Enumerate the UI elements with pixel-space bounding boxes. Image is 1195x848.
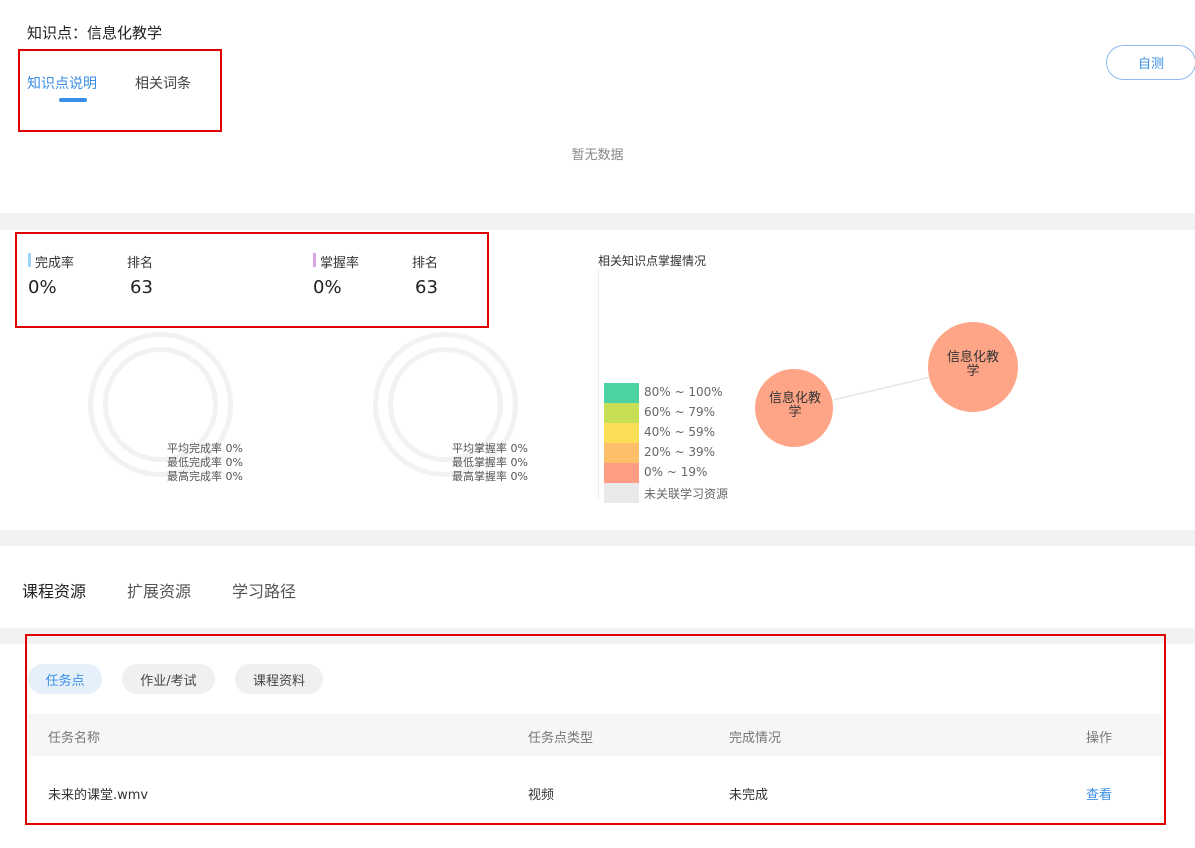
knowledge-point-title: 知识点：信息化教学 [27,24,163,42]
graph-node-1-label-line1: 信息化教 [768,391,821,406]
tab-related-terms[interactable]: 相关词条 [135,73,191,93]
legend-swatch-60-79 [604,403,639,423]
graph-node-2-label[interactable]: 信息化教 学 [933,351,1013,379]
row-task-name: 未来的课堂.wmv [48,788,149,803]
completion-label: 完成率 [35,256,75,271]
header-task-type: 任务点类型 [528,731,594,746]
legend-swatch-40-59 [604,423,639,443]
header-action: 操作 [1086,731,1113,746]
header-task-name: 任务名称 [48,731,101,746]
tab-knowledge-description[interactable]: 知识点说明 [27,73,97,93]
page-root: 知识点：信息化教学 知识点说明 相关词条 自测 暂无数据 完成率 0% 排名 6… [0,0,1195,848]
row-completion-status: 未完成 [729,788,769,803]
mastery-maximum: 最高掌握率 0% [452,470,528,483]
view-link[interactable]: 查看 [1086,784,1112,803]
legend-label-unlinked: 未关联学习资源 [644,487,729,501]
related-chart-title: 相关知识点掌握情况 [598,254,707,268]
graph-node-1-label[interactable]: 信息化教 学 [755,392,835,420]
mastery-minimum: 最低掌握率 0% [452,456,528,469]
empty-state-text: 暂无数据 [571,148,624,163]
completion-summary: 平均完成率 0% 最低完成率 0% 最高完成率 0% [167,442,243,484]
filter-course-materials[interactable]: 课程资料 [235,664,323,694]
mastery-rank-label: 排名 [412,256,439,271]
tab-learning-path[interactable]: 学习路径 [232,578,296,602]
tab-course-resources[interactable]: 课程资源 [22,578,86,602]
filter-homework-exam[interactable]: 作业/考试 [122,664,215,694]
mastery-summary: 平均掌握率 0% 最低掌握率 0% 最高掌握率 0% [452,442,528,484]
legend-swatch-unlinked [604,483,639,503]
legend-swatch-0-19 [604,463,639,483]
graph-node-2-label-line2: 学 [966,364,980,379]
legend-label-0-19: 0% ~ 19% [644,465,708,479]
completion-rank-label: 排名 [127,256,154,271]
chart-divider [598,268,599,500]
tab-active-indicator [59,98,87,102]
mastery-marker [313,253,316,267]
self-test-button[interactable]: 自测 [1106,45,1195,80]
mastery-rank-value: 63 [415,277,438,298]
legend-label-20-39: 20% ~ 39% [644,445,716,459]
completion-marker [28,253,31,267]
legend-label-60-79: 60% ~ 79% [644,405,716,419]
completion-minimum: 最低完成率 0% [167,456,243,469]
knowledge-graph [755,322,1018,447]
header-completion-status: 完成情况 [729,731,782,746]
completion-value: 0% [28,277,57,298]
legend-label-40-59: 40% ~ 59% [644,425,716,439]
mastery-value: 0% [313,277,342,298]
mastery-label: 掌握率 [320,256,360,271]
graph-node-1-label-line2: 学 [788,405,802,420]
table-header [28,714,1162,756]
knowledge-point-panel [0,0,1195,213]
graph-node-2-label-line1: 信息化教 [946,350,999,365]
legend-swatch-20-39 [604,443,639,463]
completion-maximum: 最高完成率 0% [167,470,243,483]
completion-rank-value: 63 [130,277,153,298]
tab-extended-resources[interactable]: 扩展资源 [127,578,191,602]
filter-task-points[interactable]: 任务点 [28,664,102,694]
legend-label-80-100: 80% ~ 100% [644,385,723,399]
legend-swatch-80-100 [604,383,639,403]
completion-average: 平均完成率 0% [167,442,243,455]
row-task-type: 视频 [528,788,555,803]
mastery-average: 平均掌握率 0% [452,442,528,455]
